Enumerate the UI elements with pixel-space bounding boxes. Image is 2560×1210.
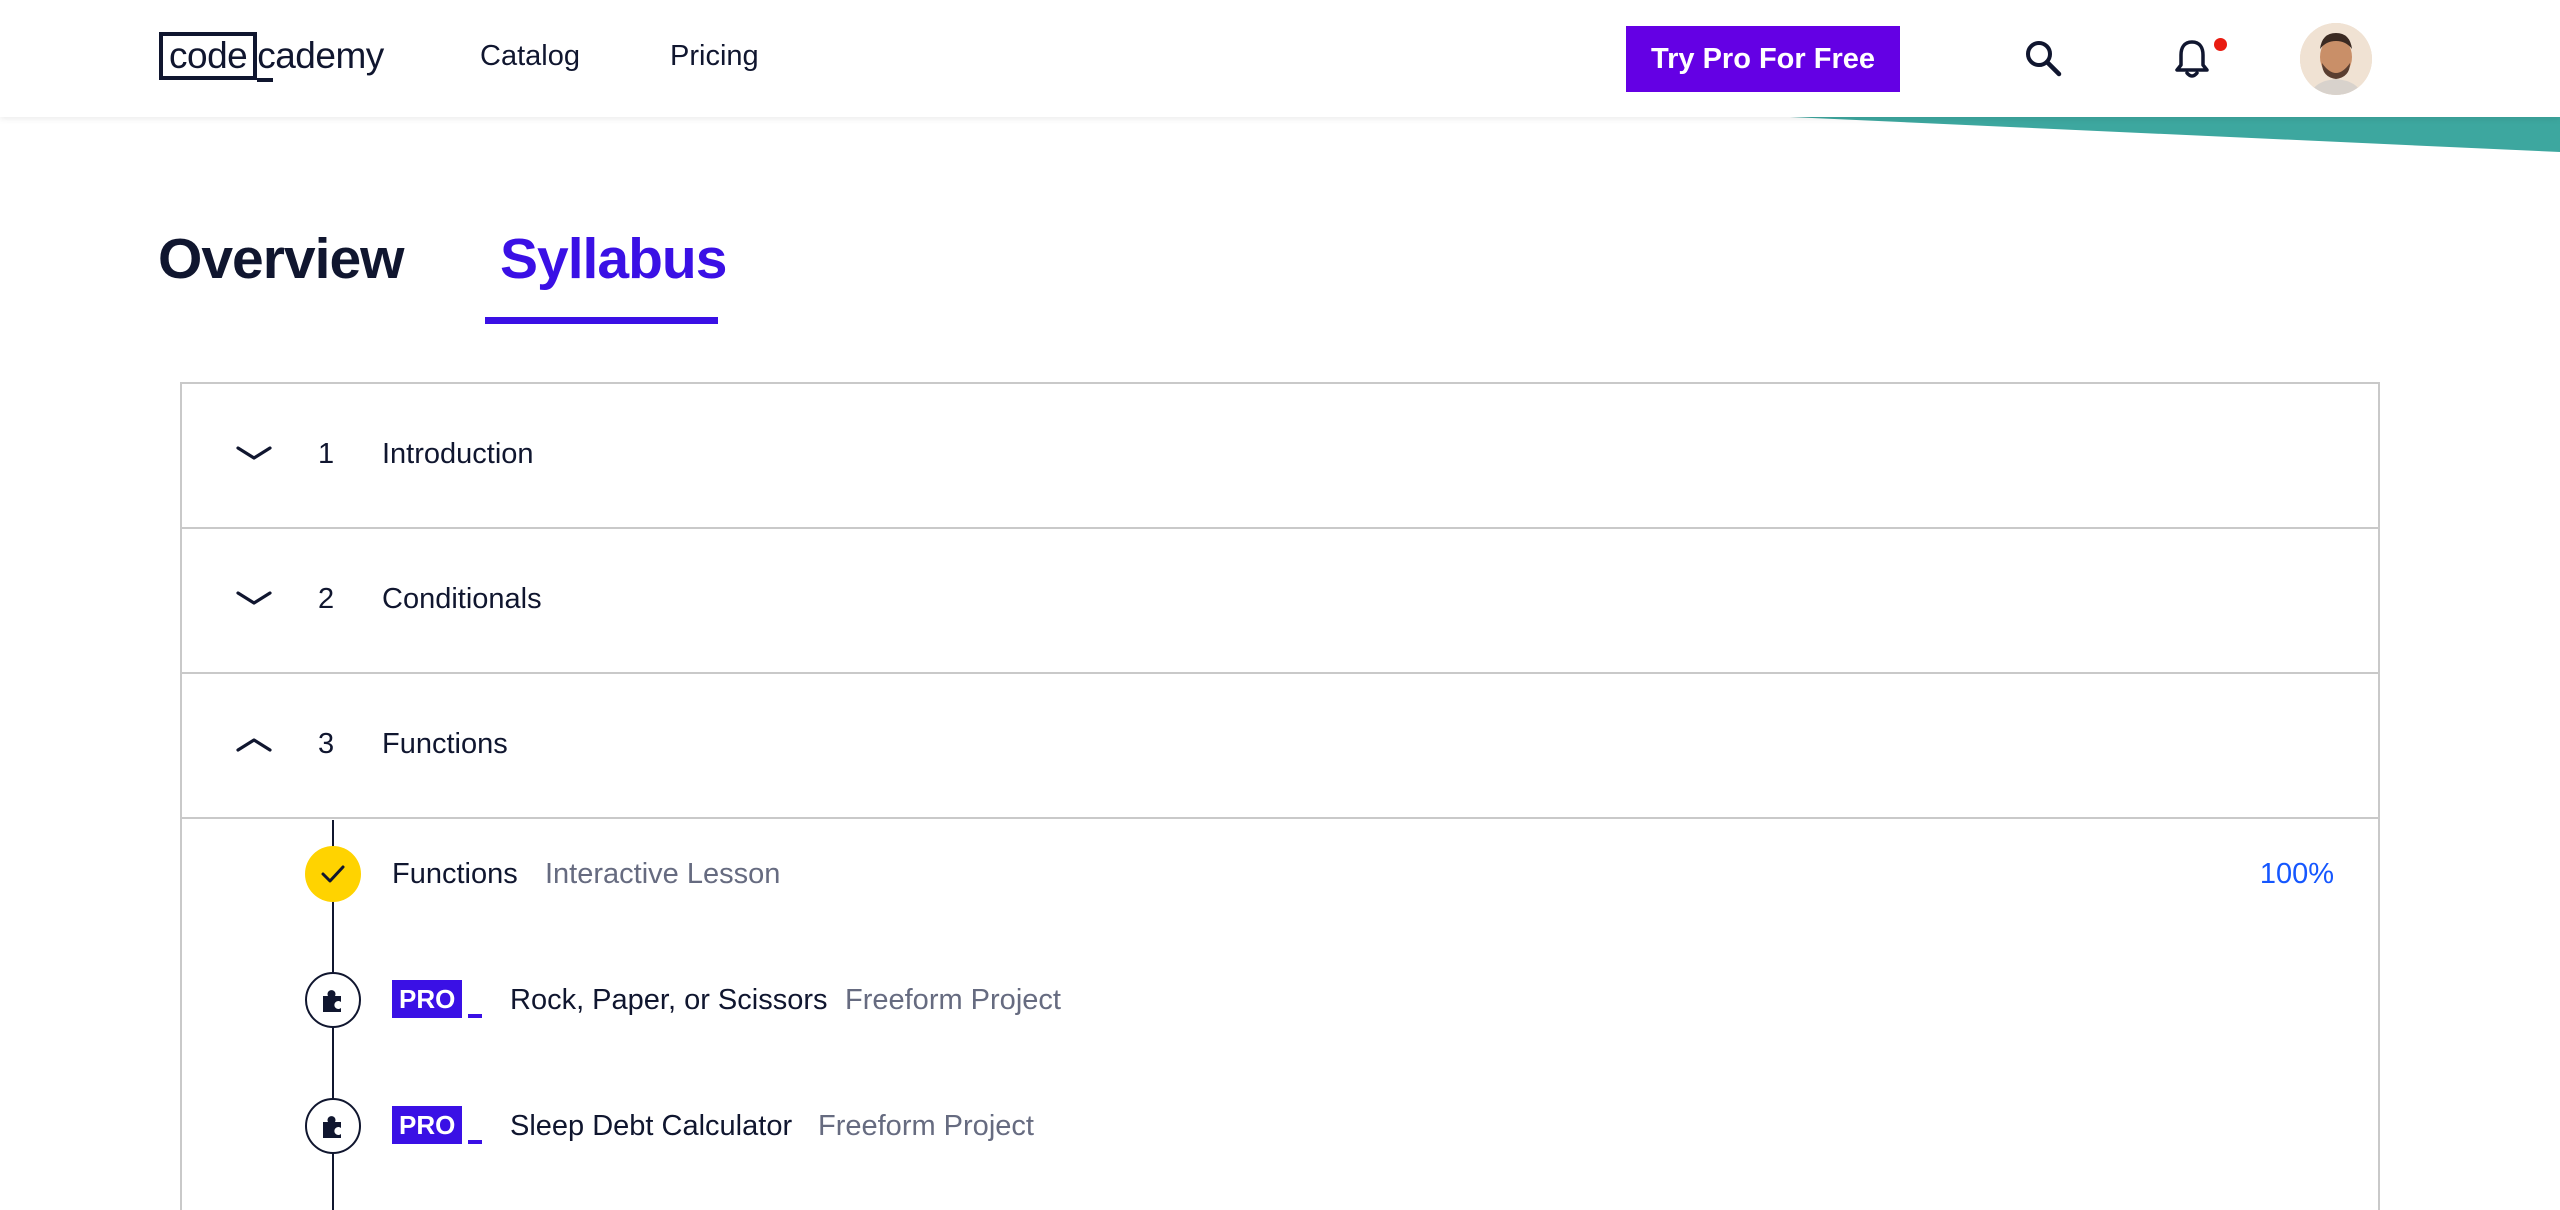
try-pro-button[interactable]: Try Pro For Free: [1626, 26, 1900, 92]
logo-cursor: [257, 78, 274, 82]
lesson-type: Interactive Lesson: [545, 858, 781, 890]
module-conditionals[interactable]: 2 Conditionals: [182, 529, 2378, 674]
pro-badge-label: PRO: [392, 980, 463, 1018]
check-icon: [305, 846, 361, 902]
module-number: 2: [318, 583, 335, 615]
tab-syllabus[interactable]: Syllabus: [500, 226, 727, 292]
project-name: Sleep Debt Calculator: [510, 1110, 793, 1142]
pro-badge-label: PRO: [392, 1106, 463, 1144]
pro-badge: PRO: [392, 980, 483, 1018]
notification-dot: [2214, 38, 2227, 51]
lesson-name: Functions: [392, 858, 518, 890]
pro-badge-cursor: [468, 1140, 483, 1144]
bell-icon[interactable]: [2172, 38, 2212, 80]
project-item-sleep-debt-calculator[interactable]: PRO Sleep Debt Calculator Freeform Proje…: [182, 1072, 2378, 1162]
codecademy-logo[interactable]: code cademy: [159, 30, 384, 82]
lesson-progress: 100%: [2259, 858, 2334, 890]
module-number: 1: [318, 438, 335, 470]
logo-cademy-text: cademy: [257, 35, 384, 82]
lesson-item-functions[interactable]: Functions Interactive Lesson 100%: [182, 820, 2378, 930]
chevron-down-icon: [234, 587, 274, 616]
syllabus-list: 1 Introduction 2 Conditionals 3 Function…: [180, 382, 2380, 1210]
module-functions[interactable]: 3 Functions: [182, 674, 2378, 819]
puzzle-icon: [305, 1098, 361, 1154]
top-navigation: code cademy Catalog Pricing Try Pro For …: [0, 0, 2560, 117]
pro-badge-cursor: [468, 1014, 483, 1018]
tab-overview[interactable]: Overview: [158, 226, 404, 292]
chevron-down-icon: [234, 442, 274, 471]
project-type: Freeform Project: [845, 984, 1061, 1016]
search-icon[interactable]: [2023, 38, 2063, 78]
chevron-up-icon: [234, 732, 274, 761]
module-number: 3: [318, 728, 335, 760]
module-title: Conditionals: [382, 583, 542, 615]
active-tab-indicator: [485, 317, 718, 324]
project-name: Rock, Paper, or Scissors: [510, 984, 828, 1016]
decorative-teal-band: [1790, 117, 2560, 152]
pro-badge: PRO: [392, 1106, 483, 1144]
project-item-rock-paper-scissors[interactable]: PRO Rock, Paper, or Scissors Freeform Pr…: [182, 946, 2378, 1036]
module-title: Introduction: [382, 438, 534, 470]
nav-catalog[interactable]: Catalog: [480, 40, 580, 73]
module-introduction[interactable]: 1 Introduction: [182, 384, 2378, 529]
user-avatar[interactable]: [2300, 23, 2372, 95]
puzzle-icon: [305, 972, 361, 1028]
module-title: Functions: [382, 728, 508, 760]
logo-cademy-label: cademy: [257, 35, 384, 76]
logo-code-box: code: [159, 32, 258, 80]
nav-pricing[interactable]: Pricing: [670, 40, 759, 73]
project-type: Freeform Project: [818, 1110, 1034, 1142]
